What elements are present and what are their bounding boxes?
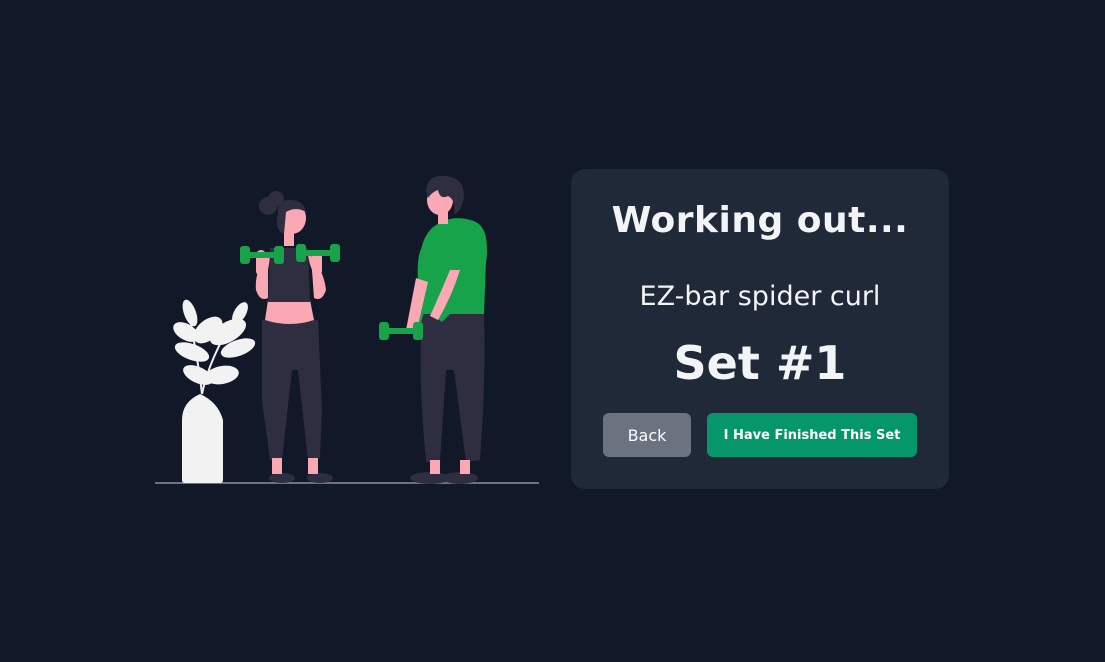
man-figure [379, 175, 487, 484]
dumbbell-icon [379, 322, 423, 340]
workout-card: Working out... EZ-bar spider curl Set #1… [571, 169, 949, 489]
plant-icon [173, 299, 256, 483]
set-number: Set #1 [673, 336, 847, 390]
workout-screen: Working out... EZ-bar spider curl Set #1… [0, 0, 1105, 662]
woman-figure [240, 191, 340, 483]
back-button[interactable]: Back [603, 413, 691, 457]
page-title: Working out... [611, 200, 909, 241]
finish-set-button[interactable]: I Have Finished This Set [707, 413, 917, 457]
people-exercising-illustration [155, 175, 539, 484]
exercise-name: EZ-bar spider curl [639, 281, 881, 312]
